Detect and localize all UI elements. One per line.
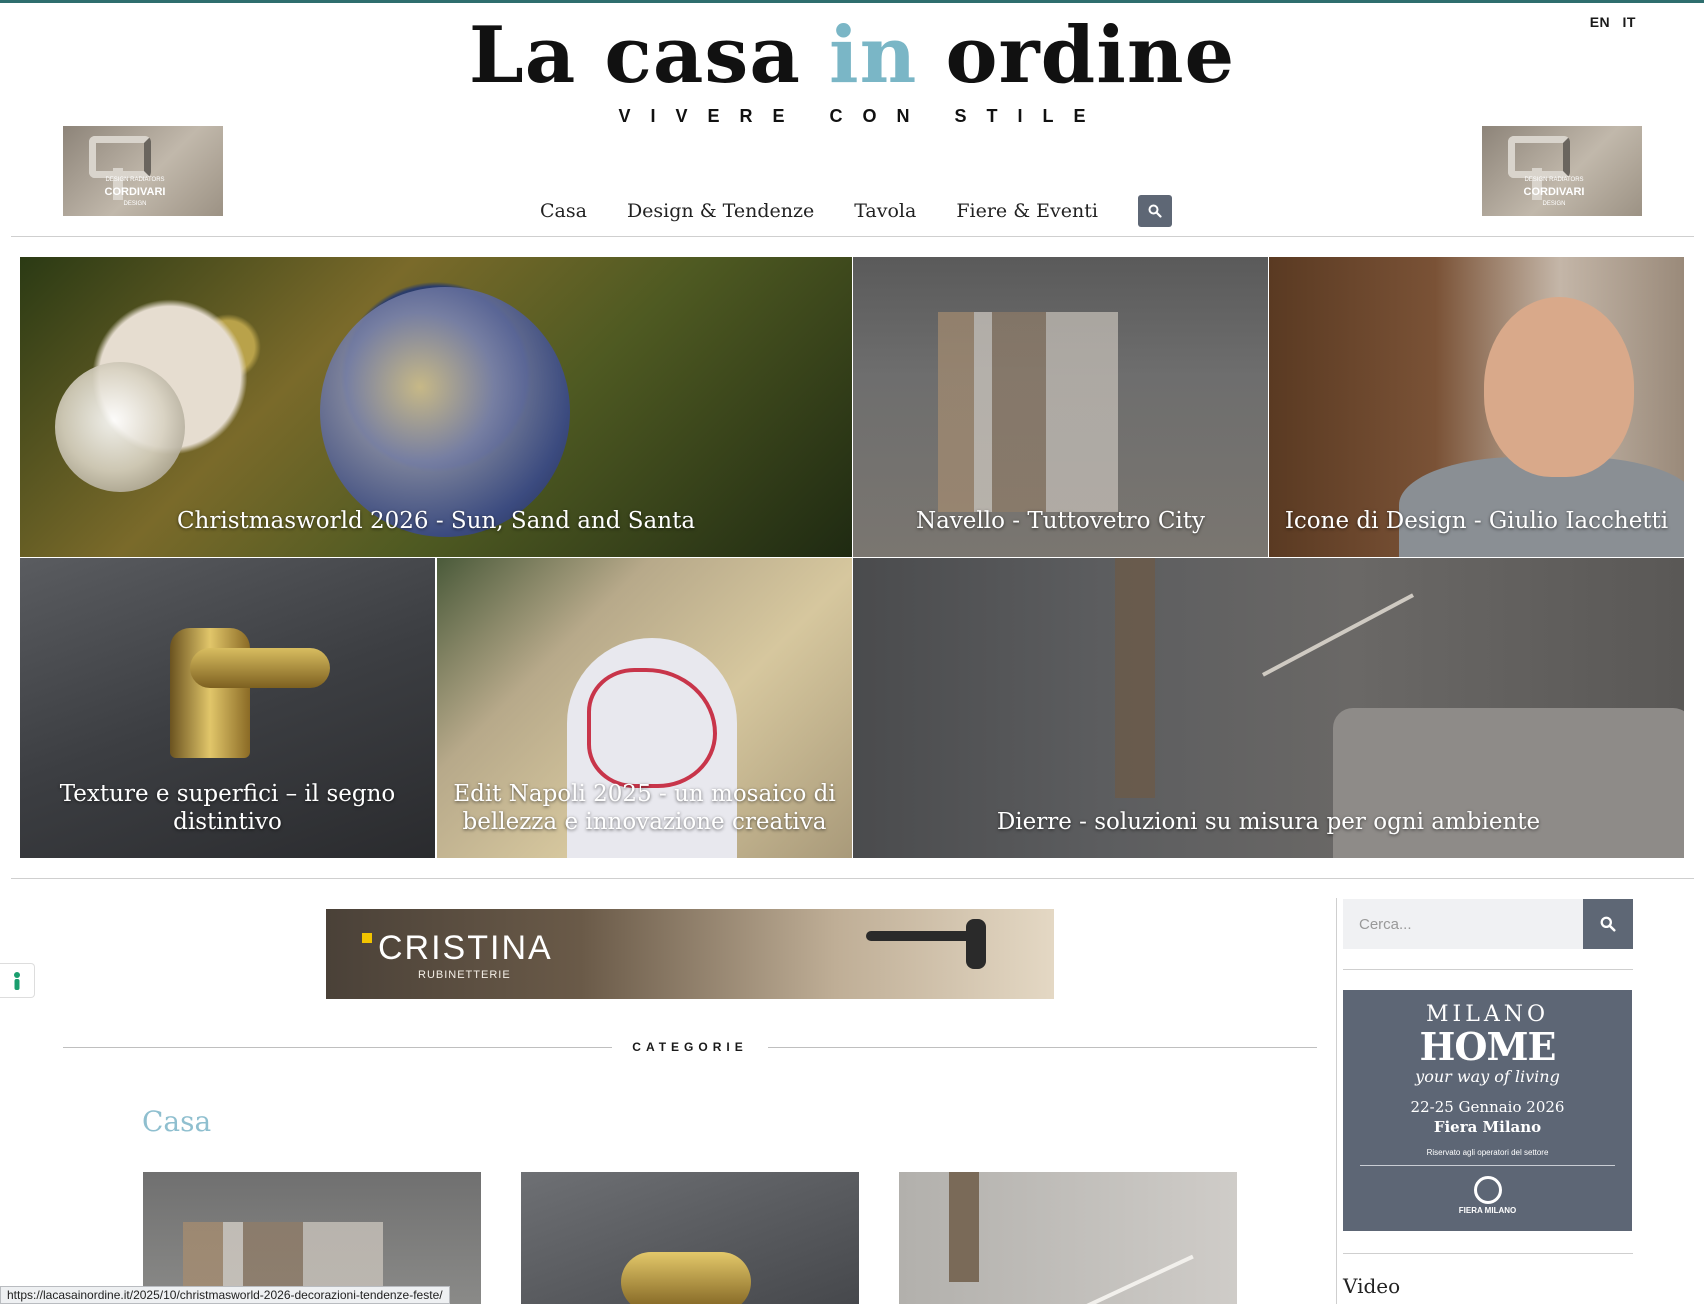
ad-home: HOME (1419, 1024, 1556, 1069)
faucet-body-graphic (966, 919, 986, 969)
sidebar-search (1343, 899, 1633, 949)
ad-brand-name: CORDIVARI (1523, 186, 1585, 198)
top-accent-line (0, 0, 1704, 3)
featured-tile-texture[interactable]: Texture e superfici – il segno distintiv… (20, 558, 435, 858)
door-graphic (1115, 558, 1155, 798)
accessibility-icon (14, 971, 20, 990)
ad-logo-text: FIERA MILANO (1458, 1206, 1517, 1215)
casa-section-title[interactable]: Casa (142, 1105, 211, 1138)
status-bar-url: https://lacasainordine.it/2025/10/christ… (0, 1286, 450, 1304)
accessibility-button[interactable] (0, 963, 35, 998)
logo-tagline: VIVERE CON STILE (618, 106, 1106, 126)
banner-brand: CRISTINA (378, 929, 553, 967)
ad-divider (1360, 1165, 1615, 1166)
casa-card[interactable] (899, 1172, 1237, 1304)
ad-brand-name: CORDIVARI (104, 186, 166, 198)
nav-item-tavola[interactable]: Tavola (854, 200, 916, 222)
ad-venue: Fiera Milano (1433, 1118, 1542, 1136)
ad-line3: DESIGN (123, 201, 147, 207)
brand-mark-icon (362, 933, 372, 943)
ad-brand-text: DESIGN RADIATORS CORDIVARI DESIGN (63, 174, 207, 210)
featured-title: Christmasworld 2026 - Sun, Sand and Sant… (176, 508, 696, 534)
categorie-heading: CATEGORIE (63, 1040, 1318, 1054)
milano-home-ad[interactable]: MILANO HOME your way of living 22-25 Gen… (1343, 990, 1632, 1231)
logo-text-after: ordine (917, 10, 1236, 101)
search-icon (1600, 916, 1616, 932)
ad-note: Riservato agli operatori del settore (1426, 1148, 1549, 1157)
banner-subtitle: RUBINETTERIE (418, 969, 511, 981)
categorie-heading-text: CATEGORIE (632, 1040, 748, 1054)
featured-title: Dierre - soluzioni su misura per ogni am… (996, 809, 1541, 835)
heading-line-right (767, 1046, 1318, 1048)
nav-item-casa[interactable]: Casa (540, 200, 587, 222)
ad-line3: DESIGN (1542, 201, 1566, 207)
featured-tile-iacchetti[interactable]: Icone di Design - Giulio Iacchetti (1269, 257, 1684, 557)
cordivari-ad-left[interactable]: DESIGN RADIATORS CORDIVARI DESIGN (63, 126, 223, 216)
ad-tagline: your way of living (1415, 1067, 1560, 1086)
header-divider (11, 236, 1694, 237)
featured-tile-dierre[interactable]: Dierre - soluzioni su misura per ogni am… (853, 558, 1684, 858)
featured-title: Icone di Design - Giulio Iacchetti (1284, 508, 1669, 534)
window-graphic (938, 312, 1118, 512)
search-input[interactable] (1343, 899, 1583, 949)
featured-tile-christmasworld[interactable]: Christmasworld 2026 - Sun, Sand and Sant… (20, 257, 852, 557)
sidebar-rule (1343, 1253, 1633, 1254)
casa-card[interactable] (143, 1172, 481, 1304)
faucet-spout-graphic (190, 648, 330, 688)
ornament-graphic (55, 362, 185, 492)
fiera-milano-logo-icon (1473, 1176, 1502, 1204)
logo-wordmark: La casa in ordine (0, 10, 1704, 102)
casa-card[interactable] (521, 1172, 859, 1304)
ad-dates: 22-25 Gennaio 2026 (1410, 1098, 1565, 1116)
featured-title: Texture e superfici – il segno distintiv… (59, 781, 396, 835)
glass-ball-graphic (320, 287, 570, 537)
ad-brand-text: DESIGN RADIATORS CORDIVARI DESIGN (1482, 174, 1626, 210)
lamp-graphic (1262, 593, 1414, 677)
grid-divider (11, 878, 1694, 879)
featured-title: Edit Napoli 2025 - un mosaico di bellezz… (453, 781, 836, 835)
nav-search-button[interactable] (1137, 195, 1172, 227)
nav-item-design-tendenze[interactable]: Design & Tendenze (627, 200, 814, 222)
featured-title: Navello - Tuttovetro City (915, 508, 1206, 534)
cordivari-ad-right[interactable]: DESIGN RADIATORS CORDIVARI DESIGN (1482, 126, 1642, 216)
logo-text-before: La casa (468, 10, 830, 101)
lamp-graphic (1074, 1254, 1194, 1304)
featured-tile-navello[interactable]: Navello - Tuttovetro City (853, 257, 1268, 557)
featured-tile-edit-napoli[interactable]: Edit Napoli 2025 - un mosaico di bellezz… (437, 558, 852, 858)
ad-line1: DESIGN RADIATORS (105, 177, 165, 183)
logo-text-accent: in (829, 10, 918, 101)
sidebar-rule (1343, 969, 1633, 970)
search-submit-button[interactable] (1583, 899, 1633, 949)
nav-item-fiere-eventi[interactable]: Fiere & Eventi (956, 200, 1098, 222)
ad-line1: DESIGN RADIATORS (1524, 177, 1584, 183)
sidebar-divider (1336, 898, 1337, 1304)
cristina-banner-ad[interactable]: CRISTINA RUBINETTERIE (326, 909, 1054, 999)
person-head-graphic (1484, 297, 1634, 477)
heading-line-left (63, 1046, 613, 1048)
main-nav: Casa Design & Tendenze Tavola Fiere & Ev… (540, 195, 1172, 227)
faucet-graphic (621, 1252, 751, 1304)
video-heading: Video (1343, 1274, 1401, 1298)
search-icon (1148, 204, 1162, 218)
site-logo[interactable]: La casa in ordine VIVERE CON STILE (0, 10, 1704, 127)
door-graphic (949, 1172, 979, 1282)
